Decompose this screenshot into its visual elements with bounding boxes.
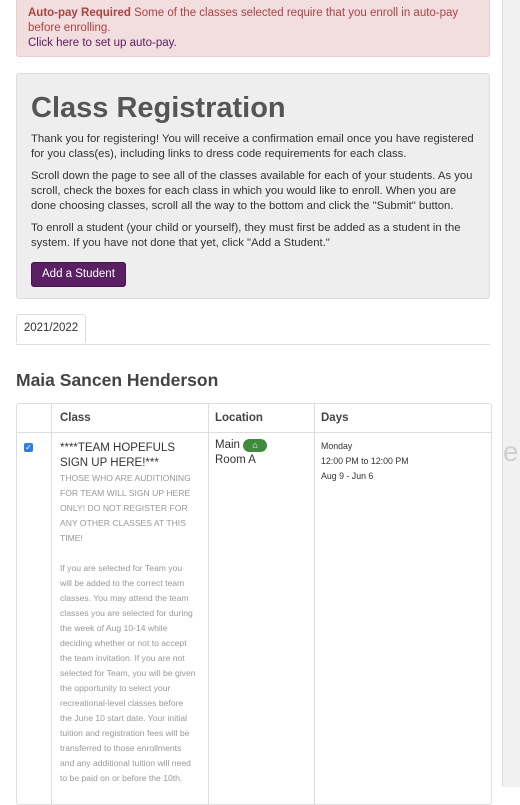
class-location: Main ⌂ Room A [215, 438, 267, 468]
alert-title: Auto-pay Required [28, 7, 131, 19]
autopay-alert: Auto-pay Required Some of the classes se… [16, 0, 490, 57]
column-divider [208, 404, 209, 804]
student-name: Maia Sancen Henderson [16, 370, 219, 390]
column-divider [51, 404, 52, 804]
description-line: classes. You may attend the team [60, 593, 189, 603]
page-edge-text: el [503, 436, 520, 467]
location-name: Main [215, 439, 240, 451]
description-line: the opportunity to select your [60, 683, 171, 693]
class-time: 12:00 PM to 12:00 PM [321, 456, 409, 466]
class-table: Class Location Days ✓ ****TEAM HOPEFULS … [16, 403, 492, 805]
description-line: the week of Aug 10-14 while [60, 623, 168, 633]
column-divider [314, 404, 315, 804]
description-line: tuition and registration fees will be [60, 728, 190, 738]
season-tabs: 2021/2022 [16, 314, 490, 345]
description-line: deciding whether or not to accept [60, 638, 187, 648]
description-line: ONLY! DO NOT REGISTER FOR [60, 503, 188, 513]
registration-panel: Class Registration Thank you for registe… [16, 73, 490, 299]
description-line: the team invitation. If you are not [60, 653, 185, 663]
header-days: Days [321, 412, 349, 424]
add-student-button[interactable]: Add a Student [31, 262, 126, 287]
room-name: Room A [215, 454, 256, 466]
description-line: classes you are selected for during [60, 608, 193, 618]
description-line: recreational-level classes before [60, 698, 184, 708]
description-line: THOSE WHO ARE AUDITIONING [60, 473, 191, 483]
add-student-paragraph: To enroll a student (your child or yours… [31, 222, 461, 249]
page-title: Class Registration [31, 92, 286, 124]
page-scroll-gutter [502, 0, 520, 787]
class-day: Monday [321, 441, 353, 451]
description-line: will be added to the correct team [60, 578, 185, 588]
checkbox-checked-icon[interactable]: ✓ [24, 443, 33, 452]
class-title: ****TEAM HOPEFULS SIGN UP HERE!*** [60, 442, 176, 469]
class-dates: Aug 9 - Jun 6 [321, 471, 374, 481]
class-description: THOSE WHO ARE AUDITIONING FOR TEAM WILL S… [60, 471, 208, 786]
home-icon: ⌂ [242, 439, 267, 452]
description-line: TIME! [60, 533, 83, 543]
intro-paragraph: Thank you for registering! You will rece… [31, 133, 474, 160]
tab-2021-2022[interactable]: 2021/2022 [16, 314, 86, 343]
header-class: Class [60, 412, 91, 424]
table-header: Class Location Days [17, 404, 491, 433]
description-line: If you are selected for Team you [60, 563, 183, 573]
description-line: selected for Team, you will be given [60, 668, 196, 678]
description-line: the June 10 start date. Your initial [60, 713, 188, 723]
description-line: and any additional tuition will need [60, 758, 191, 768]
class-schedule: Monday 12:00 PM to 12:00 PM Aug 9 - Jun … [321, 439, 409, 484]
description-line: ANY OTHER CLASSES AT THIS [60, 518, 186, 528]
instructions-paragraph: Scroll down the page to see all of the c… [31, 170, 473, 212]
description-line: transferred to those enrollments [60, 743, 182, 753]
description-line [60, 546, 208, 561]
description-line: FOR TEAM WILL SIGN UP HERE [60, 488, 191, 498]
header-location: Location [215, 412, 263, 424]
description-line: to be paid on or before the 10th. [60, 773, 183, 783]
setup-autopay-link[interactable]: Click here to set up auto-pay. [28, 36, 479, 51]
